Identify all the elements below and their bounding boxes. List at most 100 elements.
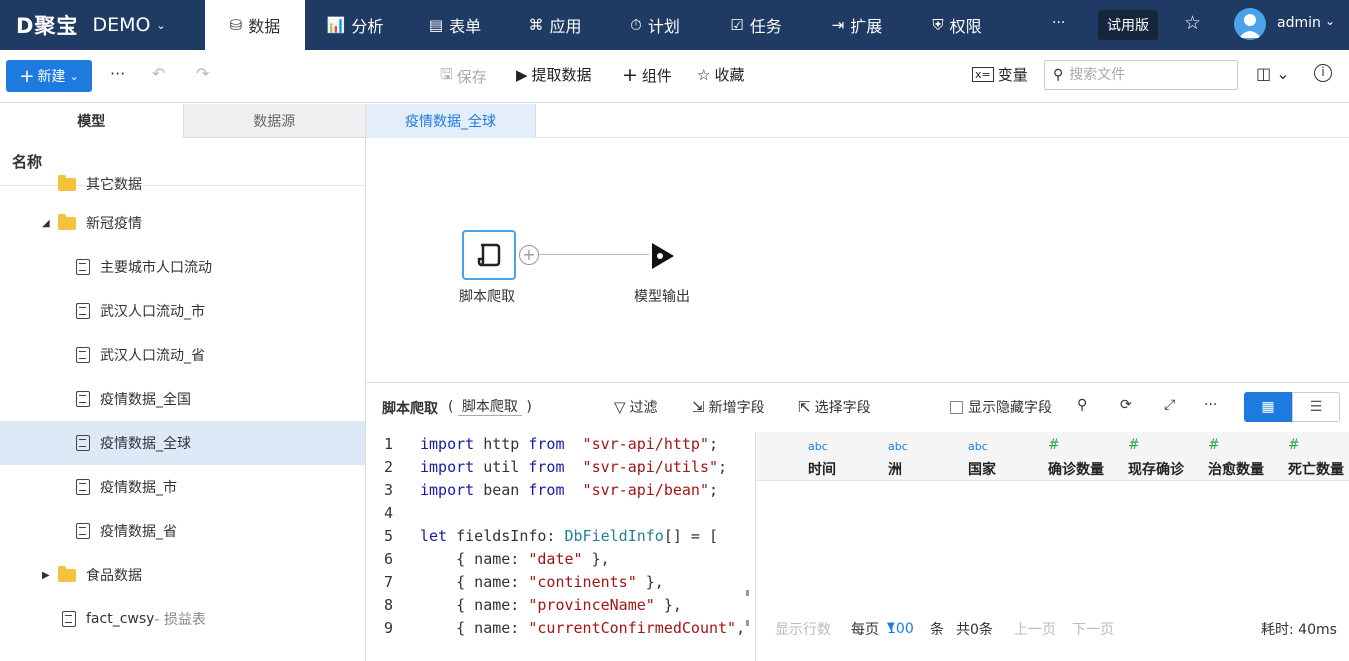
- tab-datasource[interactable]: 数据源: [182, 104, 365, 138]
- scrollbar-mark[interactable]: [746, 620, 749, 626]
- tree-item[interactable]: 武汉人口流动_省: [0, 333, 365, 377]
- tree-item[interactable]: 其它数据: [0, 162, 365, 206]
- nav-item-label: 表单: [449, 17, 482, 36]
- layout-icon[interactable]: ◫ ⌄: [1256, 64, 1290, 83]
- show-hidden-toggle[interactable]: 显示隐藏字段: [950, 397, 1052, 417]
- nav-item-2[interactable]: ▤ 表单: [405, 0, 505, 50]
- search-box[interactable]: ⚲: [1044, 60, 1238, 90]
- user-name[interactable]: admin: [1277, 15, 1321, 31]
- script-file-icon: [76, 435, 90, 451]
- component-button[interactable]: + 组件: [622, 64, 672, 86]
- left-tabs: 模型 数据源: [0, 104, 365, 138]
- variable-button[interactable]: x= 变量: [972, 64, 1028, 85]
- nav-item-3[interactable]: ⌘ 应用: [505, 0, 605, 50]
- code-token: ;: [718, 458, 728, 476]
- caret-right-icon[interactable]: ▶: [42, 570, 58, 581]
- script-crawl-node[interactable]: [462, 230, 516, 280]
- show-rows-label[interactable]: 显示行数: [775, 619, 831, 639]
- tab-global-epidemic[interactable]: 疫情数据_全球: [366, 104, 536, 138]
- code-token: },: [654, 596, 682, 614]
- caret-down-icon[interactable]: ◢: [42, 218, 58, 229]
- info-icon[interactable]: i: [1314, 64, 1332, 82]
- grid-column-header[interactable]: # 现存确诊: [1128, 432, 1208, 481]
- tree-item[interactable]: 疫情数据_全国: [0, 377, 365, 421]
- code-text: { name: "continents" },: [410, 573, 664, 596]
- table-icon: [76, 259, 90, 275]
- tab-model[interactable]: 模型: [0, 104, 183, 138]
- prev-page-button[interactable]: 上一页: [1014, 619, 1056, 639]
- redo-icon[interactable]: ↷: [196, 64, 209, 83]
- code-text: import http from "svr-api/http";: [410, 435, 718, 458]
- user-icon: [1239, 14, 1261, 38]
- brand[interactable]: D聚宝 DEMO ⌄: [0, 0, 205, 50]
- new-button[interactable]: + 新建 ⌄: [6, 60, 92, 92]
- nav-item-7[interactable]: ⛨ 权限: [907, 0, 1007, 50]
- grid-column-header[interactable]: abc 国家: [968, 432, 1048, 481]
- nav-item-0[interactable]: ⛁ 数据: [205, 0, 305, 50]
- bar-chart-icon: 📊: [326, 16, 346, 34]
- tree-item-label: 疫情数据_全球: [100, 436, 191, 452]
- code-text: import bean from "svr-api/bean";: [410, 481, 718, 504]
- code-line: 2 import util from "svr-api/utils";: [366, 458, 727, 481]
- tree-item[interactable]: fact_cwsy - 损益表: [0, 597, 365, 641]
- grid-column-header[interactable]: abc 时间: [808, 432, 888, 481]
- code-token: util: [483, 458, 529, 476]
- more-icon[interactable]: ···: [1052, 15, 1065, 31]
- trial-badge[interactable]: 试用版: [1098, 10, 1158, 40]
- tree-item[interactable]: 主要城市人口流动: [0, 245, 365, 289]
- grid-column-header[interactable]: # 确诊数量: [1048, 432, 1128, 481]
- filter-button[interactable]: ▽ 过滤: [614, 397, 658, 417]
- more-icon[interactable]: ···: [1204, 397, 1217, 413]
- tree-item[interactable]: ▶ 食品数据: [0, 553, 365, 597]
- scrollbar-mark[interactable]: [746, 590, 749, 596]
- list-view-button[interactable]: ☰: [1292, 392, 1340, 422]
- tree-item[interactable]: 武汉人口流动_市: [0, 289, 365, 333]
- grid-view-button[interactable]: ▦: [1244, 392, 1292, 422]
- code-token: DbFieldInfo: [564, 527, 664, 545]
- code-editor[interactable]: 1 import http from "svr-api/http"; 2 import…: [366, 432, 756, 661]
- code-token: ;: [709, 481, 719, 499]
- add-node-icon[interactable]: +: [519, 245, 539, 265]
- model-output-node[interactable]: [649, 240, 677, 272]
- grid-column-header[interactable]: # 死亡数量: [1288, 432, 1349, 481]
- grid-column-header[interactable]: abc 洲: [888, 432, 968, 481]
- more-icon[interactable]: ···: [110, 64, 125, 83]
- plus-icon: +: [622, 64, 638, 86]
- search-input[interactable]: [1069, 67, 1220, 83]
- refresh-icon[interactable]: ⟳: [1120, 397, 1132, 413]
- expand-icon[interactable]: ⤢: [1164, 397, 1175, 413]
- tree-item[interactable]: 疫情数据_省: [0, 509, 365, 553]
- tree-item[interactable]: 疫情数据_市: [0, 465, 365, 509]
- table-icon: [76, 303, 90, 319]
- next-page-button[interactable]: 下一页: [1072, 619, 1114, 639]
- search-icon[interactable]: ⚲: [1077, 397, 1087, 413]
- undo-icon[interactable]: ↶: [152, 64, 165, 83]
- node-title: 脚本爬取: [382, 401, 438, 417]
- checkbox[interactable]: [950, 400, 963, 414]
- nav-item-1[interactable]: 📊 分析: [305, 0, 405, 50]
- code-text: { name: "date" },: [410, 550, 610, 573]
- chevron-down-icon[interactable]: ⌄: [1325, 14, 1335, 28]
- select-field-button[interactable]: ⇱ 选择字段: [798, 397, 871, 417]
- node-detail-header: 脚本爬取 ( 脚本爬取 ) ▽ 过滤 ⇲ 新增字段 ⇱ 选择字段 显示隐藏字段 …: [366, 384, 1349, 432]
- variable-icon: x=: [972, 67, 994, 82]
- add-field-button[interactable]: ⇲ 新增字段: [692, 397, 765, 417]
- extract-data-button[interactable]: ▶ 提取数据: [516, 64, 592, 85]
- avatar[interactable]: [1234, 8, 1266, 40]
- code-token: from: [528, 481, 565, 499]
- flow-canvas[interactable]: + 脚本爬取 模型输出: [366, 138, 1349, 383]
- node-subtitle[interactable]: ( 脚本爬取 ): [448, 396, 532, 416]
- total-count: 共0条: [956, 622, 993, 638]
- script-file-icon: [76, 391, 90, 407]
- favorite-button[interactable]: ☆ 收藏: [697, 64, 744, 85]
- grid-icon: ▦: [1261, 399, 1275, 415]
- nav-item-5[interactable]: ☑ 任务: [705, 0, 807, 50]
- tree-item[interactable]: 疫情数据_全球: [0, 421, 365, 465]
- grid-column-header[interactable]: # 治愈数量: [1208, 432, 1288, 481]
- nav-item-6[interactable]: ⇥ 扩展: [807, 0, 907, 50]
- save-button[interactable]: 🖫 保存: [440, 64, 487, 89]
- star-icon[interactable]: ☆: [1184, 12, 1201, 34]
- tree-item-suffix: - 损益表: [154, 612, 206, 628]
- tree-item[interactable]: ◢ 新冠疫情: [0, 201, 365, 245]
- nav-item-4[interactable]: ⏱ 计划: [605, 0, 705, 50]
